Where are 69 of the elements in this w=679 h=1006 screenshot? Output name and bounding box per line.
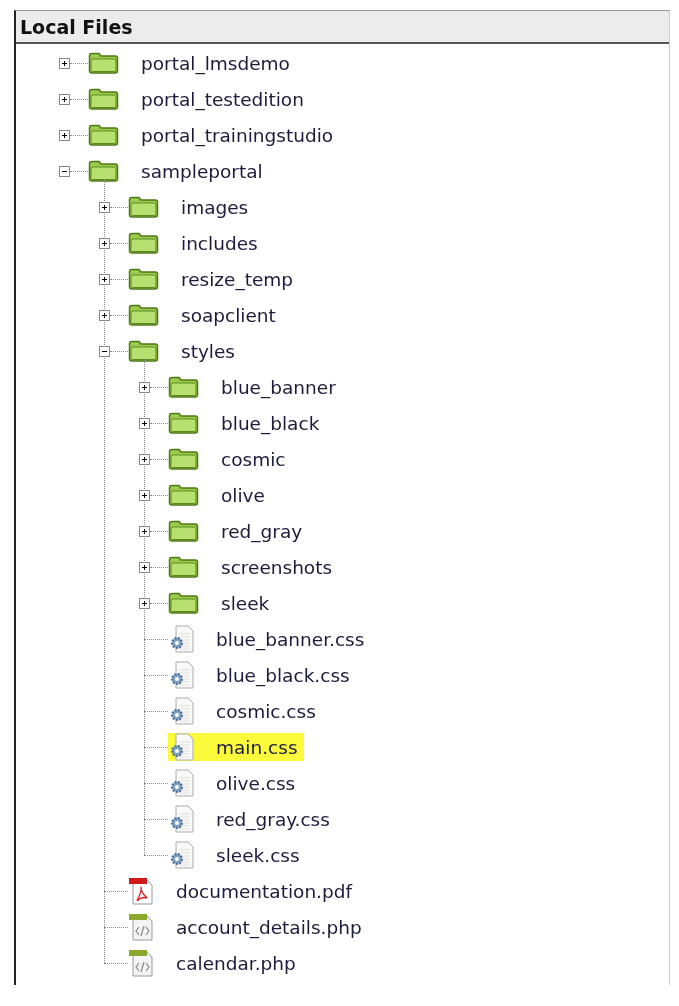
tree-item[interactable]: screenshots [168, 553, 339, 581]
tree-item[interactable]: portal_testedition [88, 85, 310, 113]
expand-toggle[interactable] [139, 489, 150, 501]
gear-document-icon [168, 841, 194, 869]
folder-icon [88, 52, 119, 74]
gear-document-icon [168, 625, 194, 653]
tree-item[interactable]: sleek [168, 589, 276, 617]
tree-item[interactable]: red_gray.css [168, 805, 336, 833]
expand-toggle[interactable] [139, 561, 150, 573]
expand-toggle[interactable] [139, 417, 150, 429]
folder-icon [128, 268, 159, 290]
collapse-toggle[interactable] [99, 345, 110, 357]
gear-document-icon [168, 733, 194, 761]
expand-toggle[interactable] [99, 273, 110, 285]
gear-document-icon [168, 697, 194, 725]
expand-toggle[interactable] [139, 525, 150, 537]
expand-toggle[interactable] [139, 381, 150, 393]
tree-item[interactable]: includes [128, 229, 264, 257]
folder-icon [128, 232, 159, 254]
expand-toggle[interactable] [99, 237, 110, 249]
tree-item[interactable]: images [128, 193, 255, 221]
tree-item[interactable]: sampleportal [88, 157, 269, 185]
folder-icon [168, 484, 199, 506]
tree-item[interactable]: olive.css [168, 769, 302, 797]
tree-item[interactable]: soapclient [128, 301, 282, 329]
expand-toggle[interactable] [59, 129, 70, 141]
tree-item[interactable]: portal_lmsdemo [88, 49, 296, 77]
panel-title: Local Files [16, 11, 669, 44]
tree-item[interactable]: sleek.css [168, 841, 306, 869]
code-document-icon [128, 913, 154, 941]
expand-toggle[interactable] [59, 57, 70, 69]
collapse-toggle[interactable] [59, 165, 70, 177]
folder-icon [88, 160, 119, 182]
folder-icon [128, 196, 159, 218]
pdf-document-icon [128, 877, 154, 905]
tree-item[interactable]: documentation.pdf [128, 877, 358, 905]
expand-toggle[interactable] [99, 201, 110, 213]
tree-item[interactable]: cosmic [168, 445, 292, 473]
tree-item[interactable]: cosmic.css [168, 697, 322, 725]
tree-item[interactable]: blue_black.css [168, 661, 356, 689]
tree-item[interactable]: main.css [168, 733, 304, 761]
folder-icon [168, 592, 199, 614]
folder-icon [168, 376, 199, 398]
expand-toggle[interactable] [139, 597, 150, 609]
folder-icon [128, 340, 159, 362]
folder-icon [128, 304, 159, 326]
tree-item[interactable]: portal_trainingstudio [88, 121, 340, 149]
tree-item[interactable]: account_details.php [128, 913, 368, 941]
folder-icon [168, 412, 199, 434]
expand-toggle[interactable] [59, 93, 70, 105]
tree-item[interactable]: blue_black [168, 409, 326, 437]
folder-icon [168, 556, 199, 578]
tree-item[interactable]: styles [128, 337, 241, 365]
tree-item[interactable]: blue_banner [168, 373, 342, 401]
expand-toggle[interactable] [139, 453, 150, 465]
folder-icon [88, 124, 119, 146]
tree-item[interactable]: red_gray [168, 517, 309, 545]
tree-item[interactable]: blue_banner.css [168, 625, 371, 653]
code-document-icon [128, 949, 154, 977]
folder-icon [168, 520, 199, 542]
gear-document-icon [168, 661, 194, 689]
folder-icon [88, 88, 119, 110]
folder-icon [168, 448, 199, 470]
gear-document-icon [168, 805, 194, 833]
gear-document-icon [168, 769, 194, 797]
tree-item[interactable]: olive [168, 481, 271, 509]
tree-item[interactable]: resize_temp [128, 265, 300, 293]
tree-item[interactable]: calendar.php [128, 949, 302, 977]
expand-toggle[interactable] [99, 309, 110, 321]
